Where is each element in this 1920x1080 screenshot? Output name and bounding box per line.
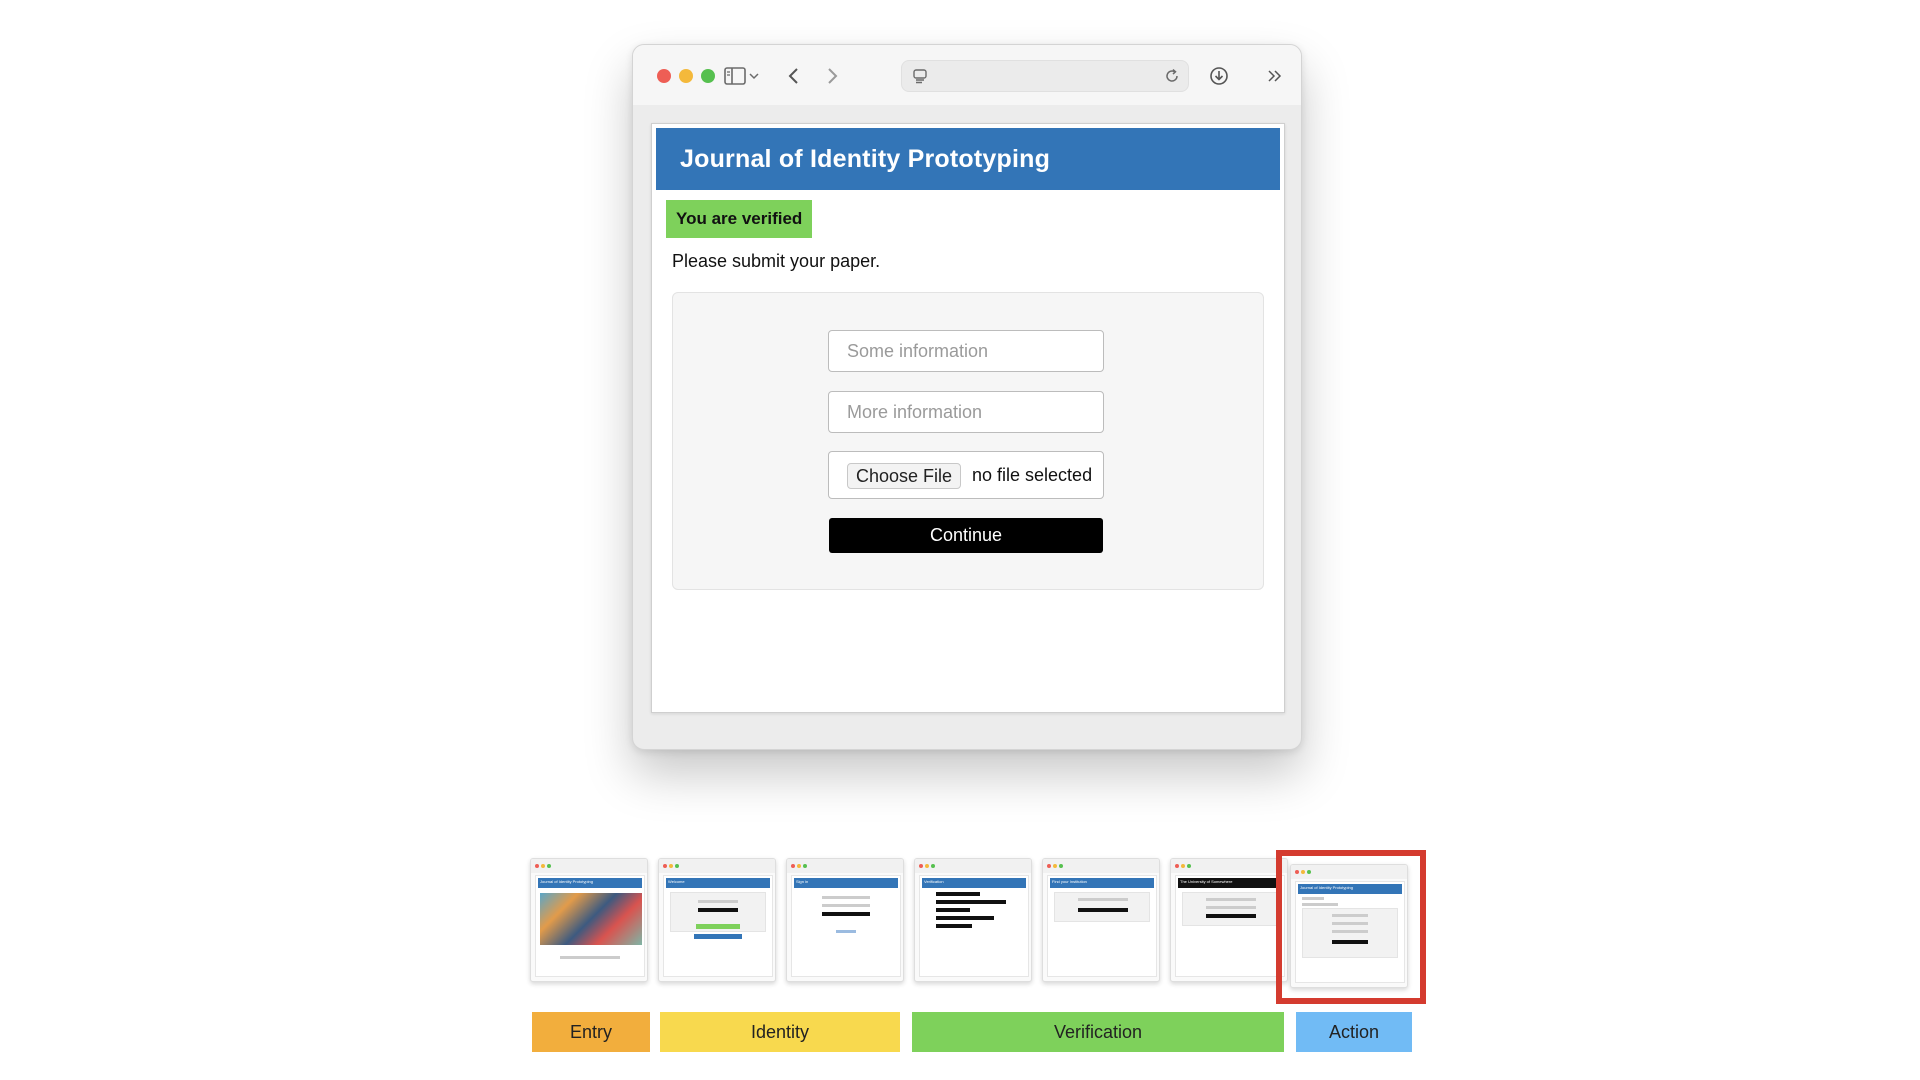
file-upload-field[interactable]: Choose File no file selected <box>828 451 1104 499</box>
forward-icon[interactable] <box>819 62 847 90</box>
thumbnail-title: The University of Somewhere <box>1180 879 1233 884</box>
step-thumbnail-1[interactable]: Journal of Identity Prototyping <box>530 858 648 982</box>
reload-icon[interactable] <box>1158 62 1186 90</box>
submission-form: Choose File no file selected Continue <box>672 292 1264 590</box>
thumbnail-title: Welcome <box>668 879 685 884</box>
step-thumbnail-2[interactable]: Welcome <box>658 858 776 982</box>
back-icon[interactable] <box>779 62 807 90</box>
address-bar[interactable] <box>901 60 1189 92</box>
continue-button[interactable]: Continue <box>829 518 1103 553</box>
thumbnail-title: Find your Institution <box>1052 879 1087 884</box>
minimize-window-button[interactable] <box>679 69 693 83</box>
thumbnail-title: Sign in <box>796 879 809 884</box>
step-thumbnail-3[interactable]: Sign in <box>786 858 904 982</box>
web-page: Journal of Identity Prototyping You are … <box>651 123 1285 713</box>
step-thumbnail-4[interactable]: Verification <box>914 858 1032 982</box>
verified-badge: You are verified <box>666 200 813 238</box>
stage-action: Action <box>1296 1012 1412 1052</box>
stage-verification: Verification <box>912 1012 1284 1052</box>
submit-instruction: Please submit your paper. <box>672 251 881 271</box>
zoom-window-button[interactable] <box>701 69 715 83</box>
site-header: Journal of Identity Prototyping <box>656 128 1280 190</box>
step-thumbnail-5[interactable]: Find your Institution <box>1042 858 1160 982</box>
current-step-highlight <box>1276 850 1426 1004</box>
page-icon <box>906 62 934 90</box>
more-information-input[interactable] <box>828 391 1104 433</box>
thumbnail-title: Verification <box>924 879 944 884</box>
close-window-button[interactable] <box>657 69 671 83</box>
thumbnail-illustration <box>540 893 642 945</box>
stage-identity: Identity <box>660 1012 900 1052</box>
file-status: no file selected <box>972 465 1093 485</box>
step-thumbnail-6[interactable]: The University of Somewhere <box>1170 858 1288 982</box>
more-icon[interactable] <box>1261 62 1289 90</box>
site-title: Journal of Identity Prototyping <box>680 145 1051 173</box>
chevron-down-icon[interactable] <box>745 62 763 90</box>
some-information-input[interactable] <box>828 330 1104 372</box>
browser-toolbar <box>633 45 1301 105</box>
download-icon[interactable] <box>1205 62 1233 90</box>
thumbnail-title: Journal of Identity Prototyping <box>540 879 593 884</box>
choose-file-button[interactable]: Choose File <box>847 463 962 489</box>
stage-entry: Entry <box>532 1012 650 1052</box>
browser-window: Journal of Identity Prototyping You are … <box>632 44 1302 750</box>
